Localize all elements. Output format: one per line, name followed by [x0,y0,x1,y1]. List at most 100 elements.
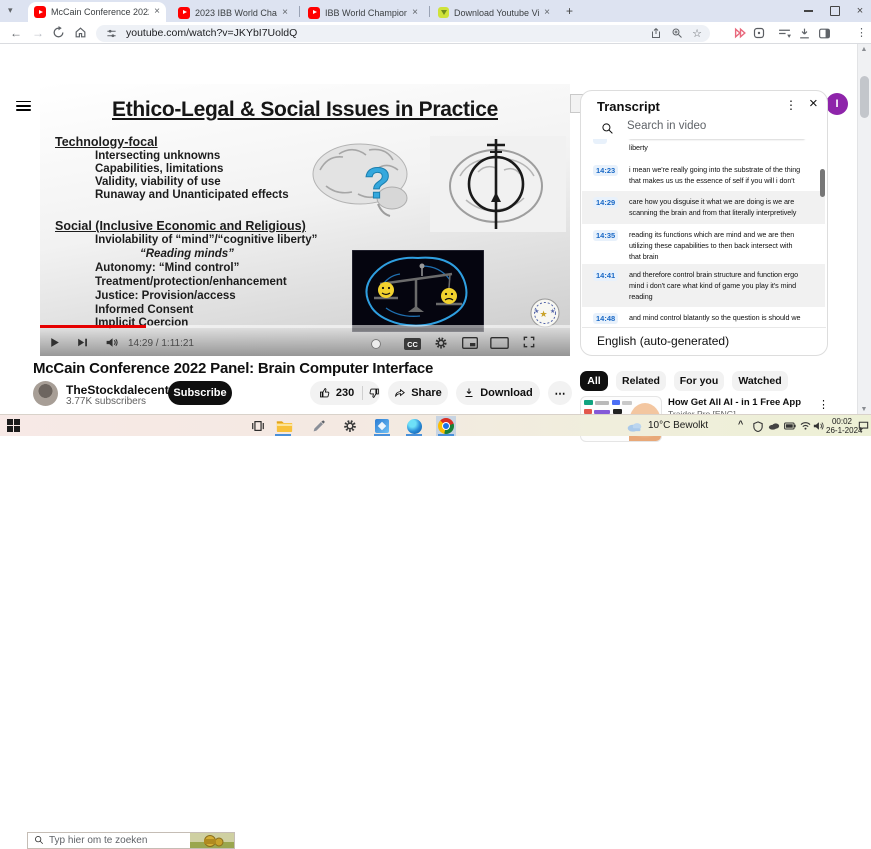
bookmark-star-icon[interactable]: ☆ [692,27,702,40]
transcript-text-line[interactable]: i mean we're really going into the subst… [629,164,800,175]
scrollbar-down-arrow[interactable]: ▼ [857,404,871,414]
filter-chip-all[interactable]: All [580,371,608,391]
transcript-text-line[interactable]: reading [629,291,653,302]
transcript-text-line[interactable]: that brain [629,251,659,262]
transcript-kebab-icon[interactable]: ⋮ [785,98,797,112]
transcript-text-line[interactable]: and mind control blatantly so the questi… [629,312,801,323]
settings-gear-icon[interactable] [340,416,360,436]
transcript-text-line[interactable]: liberty [629,142,648,153]
tray-expand-icon[interactable]: ^ [738,419,743,429]
window-close-button[interactable]: × [847,0,871,22]
browser-tab[interactable]: Download Youtube Videos for F × [432,3,556,22]
downloads-icon[interactable] [798,27,811,40]
photos-app-icon[interactable] [372,416,392,436]
tab-search-chevron-icon[interactable]: ▾ [8,5,13,16]
tray-speaker-icon[interactable] [813,421,824,431]
transcript-timestamp[interactable]: 14:41 [593,270,619,281]
tray-onedrive-icon[interactable] [768,422,780,430]
next-video-button[interactable] [76,336,89,349]
transcript-timestamp[interactable]: ​ [593,139,608,144]
action-center-icon[interactable] [858,421,869,431]
volume-icon[interactable] [105,336,119,349]
filter-chip-related[interactable]: Related [616,371,666,391]
url-bar[interactable]: ☆ [96,24,710,42]
reading-list-icon[interactable] [778,28,791,39]
thumb-up-icon[interactable] [319,387,331,399]
transcript-text-line[interactable]: mind i don't care what kind of game you … [629,280,796,291]
extension-square-icon[interactable] [753,27,765,39]
transcript-scrollbar-thumb[interactable] [820,169,825,197]
transcript-list[interactable]: ​ liberty 14:23 i mean we're really goin… [581,139,827,325]
youtube-profile-avatar[interactable]: I [826,93,848,115]
paint-app-icon[interactable] [308,416,328,436]
tab-close-icon[interactable]: × [154,7,160,17]
start-button[interactable] [7,419,20,432]
transcript-text-line[interactable]: that makes us us the essence of self if … [629,175,795,186]
taskbar-clock[interactable]: 00:02 26-1-2024 [826,417,862,435]
chrome-browser-icon[interactable] [436,416,456,436]
fullscreen-button[interactable] [522,335,536,349]
browser-tab[interactable]: 2023 IBB World Championship | × [172,3,294,22]
suggested-video-title[interactable]: How Get All AI - in 1 Free App [668,397,810,408]
search-highlight-image[interactable] [190,832,234,849]
task-view-button[interactable] [248,416,268,436]
weather-text[interactable]: 10°C Bewolkt [648,420,708,431]
suggested-video-kebab-icon[interactable]: ⋮ [818,398,829,411]
tune-icon[interactable] [106,28,117,39]
settings-gear-icon[interactable] [434,336,448,350]
more-actions-button[interactable]: ⋯ [548,381,572,405]
transcript-timestamp[interactable]: 14:35 [593,230,619,241]
zoom-page-icon[interactable] [671,27,683,39]
share-button[interactable]: Share [388,381,448,405]
transcript-text-line[interactable]: care how you disguise it what we are doi… [629,196,794,207]
transcript-search-input[interactable] [627,120,777,132]
edge-browser-icon[interactable] [404,416,424,436]
hamburger-menu-icon[interactable] [16,98,31,113]
file-explorer-icon[interactable] [274,416,294,436]
tray-wifi-icon[interactable] [800,421,811,430]
transcript-timestamp[interactable]: 14:29 [593,197,619,208]
transcript-text-line[interactable]: scanning the brain and from that literal… [629,207,796,218]
side-panel-icon[interactable] [818,27,831,40]
reload-button[interactable] [52,26,65,39]
transcript-timestamp[interactable]: 14:23 [593,165,619,176]
tab-close-icon[interactable]: × [282,7,288,18]
subtitles-cc-button[interactable]: CC [404,338,421,350]
share-page-icon[interactable] [650,27,662,39]
page-scrollbar-thumb[interactable] [859,76,869,118]
filter-chip-for-you[interactable]: For you [674,371,724,391]
miniplayer-button[interactable] [462,337,478,349]
forward-button[interactable]: → [32,25,44,41]
window-minimize-button[interactable] [795,0,821,22]
transcript-timestamp[interactable]: 14:48 [593,313,619,324]
tray-battery-icon[interactable] [784,422,796,430]
taskbar-search-box[interactable] [27,831,235,849]
thumb-down-icon[interactable] [368,387,380,399]
window-maximize-button[interactable] [822,0,848,22]
url-input[interactable] [126,27,546,39]
new-tab-button[interactable]: + [566,4,573,18]
tray-shield-icon[interactable] [753,421,763,432]
transcript-language-footer[interactable]: English (auto-generated) [597,334,729,348]
taskbar-search-input[interactable] [49,834,169,846]
channel-name[interactable]: TheStockdalecenter [66,383,180,397]
video-player[interactable]: Ethico-Legal & Social Issues in Practice… [40,84,570,356]
transcript-text-line[interactable]: and therefore control brain structure an… [629,269,798,280]
browser-tab[interactable]: IBB World Championship - You × [302,3,424,22]
home-button[interactable] [74,26,87,39]
channel-avatar[interactable] [33,381,58,406]
play-button[interactable] [48,336,61,349]
subscribe-button[interactable]: Subscribe [168,381,232,405]
extension-pink-icon[interactable] [734,27,747,39]
back-button[interactable]: ← [10,25,22,41]
weather-cloud-icon[interactable] [626,421,643,432]
browser-menu-kebab-icon[interactable]: ⋮ [856,26,867,39]
download-button[interactable]: Download [456,381,540,405]
theater-mode-button[interactable] [490,337,509,349]
tab-close-icon[interactable]: × [412,7,418,18]
scrollbar-up-arrow[interactable]: ▲ [857,44,871,54]
transcript-close-icon[interactable]: × [809,95,818,112]
filter-chip-watched[interactable]: Watched [732,371,788,391]
transcript-text-line[interactable]: reading its functions which are mind and… [629,229,794,240]
tab-close-icon[interactable]: × [544,7,550,18]
